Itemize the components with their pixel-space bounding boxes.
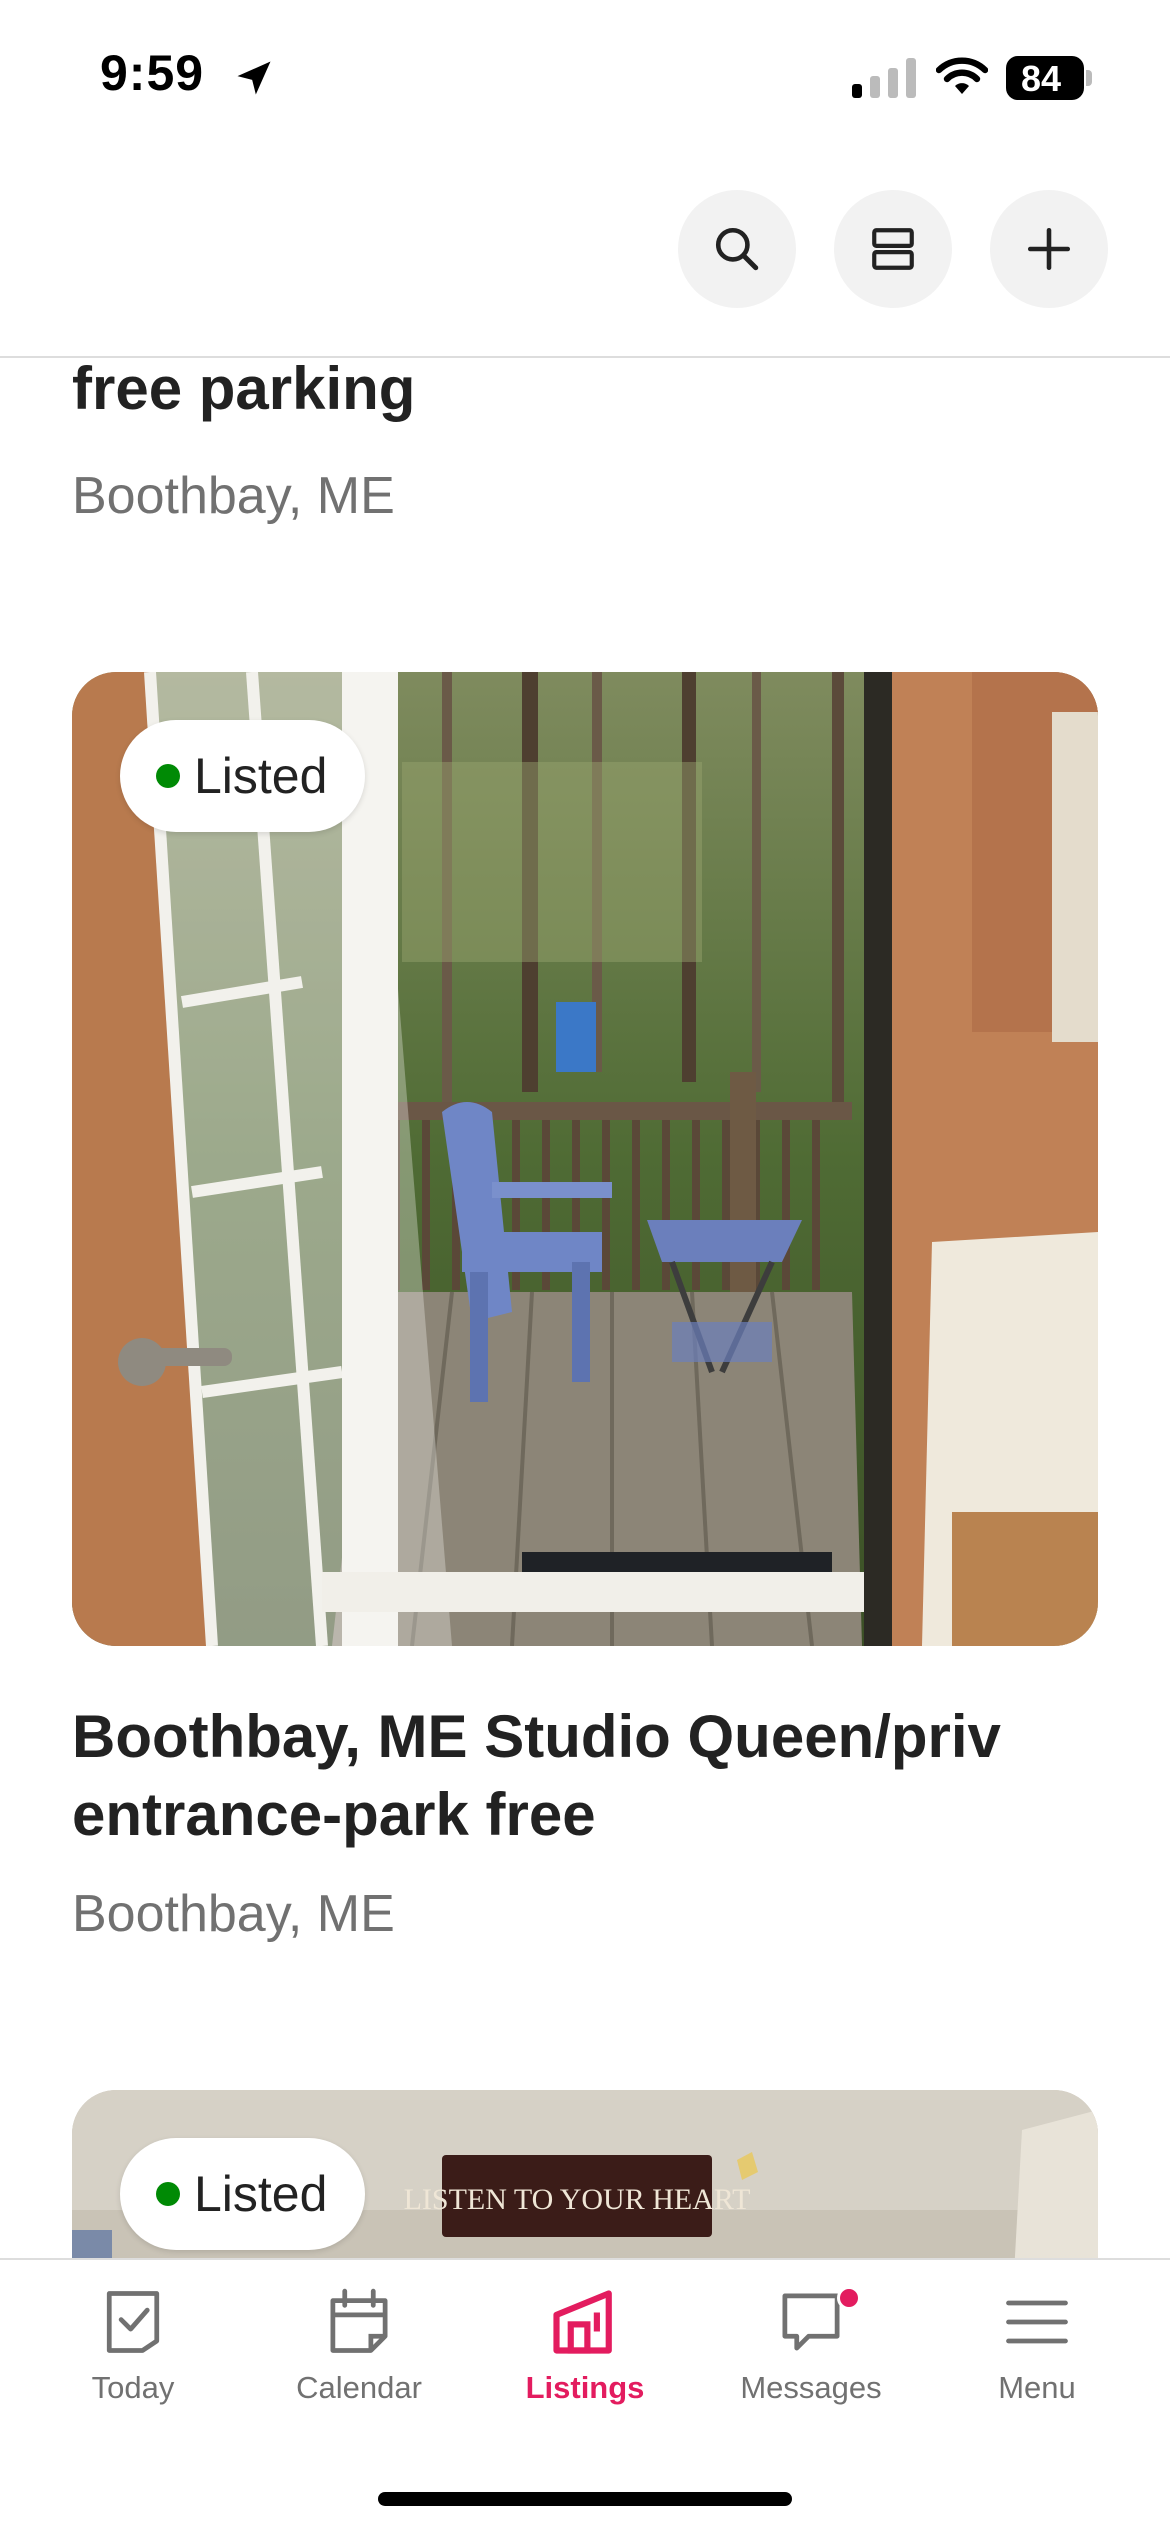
listing-location: Boothbay, ME [72,467,395,525]
status-time: 9:59 [100,45,205,101]
hamburger-icon [1006,2300,1068,2344]
listing-title[interactable]: free parking [72,358,1102,428]
tab-calendar[interactable]: Calendar [259,2284,459,2406]
search-button[interactable] [678,190,796,308]
tab-today[interactable]: Today [33,2284,233,2406]
listing-location: Boothbay, ME [72,1885,395,1943]
listings-list[interactable]: free parking Boothbay, ME Listed Boothba… [0,358,1170,2258]
cellular-signal-icon [852,58,916,98]
view-toggle-button[interactable] [834,190,952,308]
wifi-icon [936,57,988,94]
status-label: Listed [194,748,328,804]
status-bar: 9:59 84 [0,0,1170,150]
location-arrow-icon [237,61,271,95]
add-listing-button[interactable] [990,190,1108,308]
check-calendar-icon [106,2291,160,2353]
home-indicator [378,2492,792,2506]
listing-status-badge: Listed [120,2138,366,2250]
photo-sign-text: LISTEN TO YOUR HEART [404,2183,751,2216]
listing-status-badge: Listed [120,720,366,832]
view-toggle-icon [872,228,914,270]
house-icon [553,2290,612,2354]
tab-messages[interactable]: Messages [711,2284,911,2406]
calendar-icon [330,2288,388,2353]
status-label: Listed [194,2166,328,2222]
bottom-tab-bar: Today Calendar Listings Messages Menu [0,2258,1170,2532]
plus-icon [1027,227,1071,271]
notification-dot [837,2286,861,2310]
tab-label: Calendar [296,2370,422,2405]
tab-label: Messages [740,2370,882,2405]
listing-title[interactable]: Boothbay, ME Studio Queen/priv entrance-… [72,1698,1102,1854]
battery-indicator: 84 [1006,56,1092,100]
tab-label: Listings [525,2370,645,2405]
tab-label: Today [91,2370,175,2405]
tab-menu[interactable]: Menu [937,2284,1137,2406]
tab-label: Menu [998,2370,1076,2405]
header-actions [678,190,1108,308]
listing-photo[interactable]: LISTEN TO YOUR HEART Listed [72,2090,1098,2258]
search-icon [715,227,759,271]
status-dot [156,764,180,788]
status-dot [156,2182,180,2206]
battery-level: 84 [1020,58,1062,99]
tab-listings[interactable]: Listings [485,2284,685,2406]
listing-photo[interactable]: Listed [72,672,1098,1646]
